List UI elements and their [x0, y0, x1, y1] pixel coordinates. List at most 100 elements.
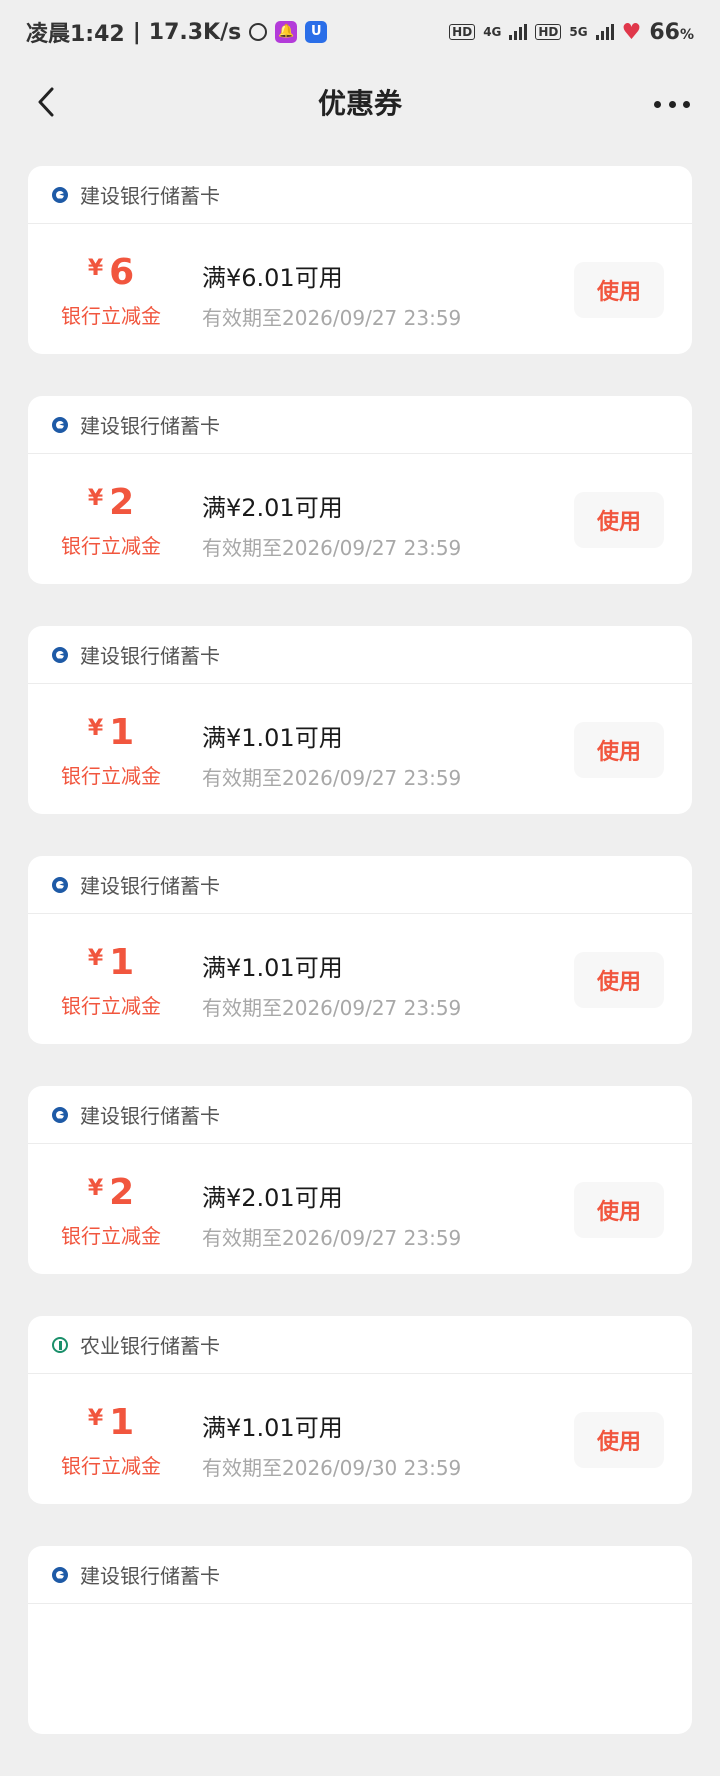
coupon-type-label: 银行立减金	[61, 534, 161, 558]
coupon-header: 建设银行储蓄卡	[28, 166, 692, 224]
coupon-type-label: 银行立减金	[61, 1454, 161, 1478]
coupon-card: 建设银行储蓄卡	[28, 1546, 692, 1734]
ccb-bank-logo-icon	[52, 1106, 68, 1123]
status-time: 凌晨1:42	[26, 22, 125, 47]
currency-symbol: ¥	[87, 486, 104, 511]
status-right: HD 4G HD 5G ♥ 66%	[449, 20, 694, 45]
coupon-body: ¥1 银行立减金 满¥1.01可用 有效期至2026/09/27 23:59 使…	[28, 684, 692, 814]
coupon-amount	[28, 1632, 194, 1673]
coupon-type-label: 银行立减金	[61, 994, 161, 1018]
coupon-header: 建设银行储蓄卡	[28, 626, 692, 684]
use-coupon-button[interactable]: 使用	[574, 1412, 664, 1468]
currency-symbol: ¥	[87, 946, 104, 971]
battery-level: 66%	[649, 20, 694, 45]
use-coupon-button[interactable]: 使用	[574, 952, 664, 1008]
coupon-header: 农业银行储蓄卡	[28, 1316, 692, 1374]
coupon-header: 建设银行储蓄卡	[28, 1546, 692, 1604]
status-bar: 凌晨1:42 | 17.3K/s 🔔 U HD 4G HD 5G ♥ 66%	[0, 0, 720, 64]
coupon-list: 建设银行储蓄卡 ¥6 银行立减金 满¥6.01可用 有效期至2026/09/27…	[28, 166, 692, 1776]
coupon-condition: 满¥6.01可用	[202, 264, 343, 292]
coupon-card: 建设银行储蓄卡 ¥1 银行立减金 满¥1.01可用 有效期至2026/09/27…	[28, 856, 692, 1044]
use-coupon-button[interactable]: 使用	[574, 262, 664, 318]
coupon-amount: ¥1	[28, 712, 194, 753]
coupon-header: 建设银行储蓄卡	[28, 856, 692, 914]
coupon-condition: 满¥2.01可用	[202, 1184, 343, 1212]
use-coupon-button[interactable]: 使用	[574, 492, 664, 548]
amount-value: 1	[109, 1402, 135, 1443]
navigation-bar: 优惠券	[0, 64, 720, 144]
ccb-bank-logo-icon	[52, 876, 68, 893]
coupon-amount: ¥2	[28, 1172, 194, 1213]
coupon-amount: ¥1	[28, 942, 194, 983]
coupon-card: 建设银行储蓄卡 ¥2 银行立减金 满¥2.01可用 有效期至2026/09/27…	[28, 396, 692, 584]
network-4g-label: 4G	[483, 25, 502, 39]
use-coupon-button[interactable]: 使用	[574, 1182, 664, 1238]
amount-value: 1	[109, 942, 135, 983]
bank-name: 建设银行储蓄卡	[80, 874, 220, 898]
amount-value: 6	[109, 252, 135, 293]
coupon-amount: ¥6	[28, 252, 194, 293]
coupon-condition: 满¥1.01可用	[202, 724, 343, 752]
currency-symbol: ¥	[87, 716, 104, 741]
notification-app-icon: 🔔	[275, 21, 298, 43]
battery-percent: 66	[649, 19, 680, 45]
amount-value: 2	[109, 1172, 135, 1213]
battery-unit: %	[679, 26, 694, 43]
coupon-amount: ¥1	[28, 1402, 194, 1443]
coupon-body: ¥1 银行立减金 满¥1.01可用 有效期至2026/09/27 23:59 使…	[28, 914, 692, 1044]
hd-icon: HD	[449, 24, 476, 40]
ccb-bank-logo-icon	[52, 186, 68, 203]
coupon-card: 建设银行储蓄卡 ¥2 银行立减金 满¥2.01可用 有效期至2026/09/27…	[28, 1086, 692, 1274]
bank-name: 建设银行储蓄卡	[80, 644, 220, 668]
bank-name: 建设银行储蓄卡	[80, 1564, 220, 1588]
coupon-body: ¥2 银行立减金 满¥2.01可用 有效期至2026/09/27 23:59 使…	[28, 454, 692, 584]
coupon-card: 建设银行储蓄卡 ¥6 银行立减金 满¥6.01可用 有效期至2026/09/27…	[28, 166, 692, 354]
bank-name: 建设银行储蓄卡	[80, 184, 220, 208]
amount-value: 2	[109, 482, 135, 523]
coupon-amount: ¥2	[28, 482, 194, 523]
coupon-card: 农业银行储蓄卡 ¥1 银行立减金 满¥1.01可用 有效期至2026/09/30…	[28, 1316, 692, 1504]
coupon-condition: 满¥1.01可用	[202, 1414, 343, 1442]
ccb-bank-logo-icon	[52, 1566, 68, 1583]
coupon-expiry: 有效期至2026/09/27 23:59	[202, 766, 462, 790]
heart-battery-icon: ♥	[621, 19, 642, 45]
use-coupon-button[interactable]: 使用	[574, 722, 664, 778]
coupon-header: 建设银行储蓄卡	[28, 1086, 692, 1144]
coupon-expiry: 有效期至2026/09/27 23:59	[202, 1226, 462, 1250]
bank-name: 农业银行储蓄卡	[80, 1334, 220, 1358]
coupon-condition: 满¥1.01可用	[202, 954, 343, 982]
coupon-card: 建设银行储蓄卡 ¥1 银行立减金 满¥1.01可用 有效期至2026/09/27…	[28, 626, 692, 814]
coupon-expiry: 有效期至2026/09/30 23:59	[202, 1456, 462, 1480]
app-notification-icon: U	[305, 21, 328, 43]
network-5g-label: 5G	[569, 25, 588, 39]
bank-name: 建设银行储蓄卡	[80, 414, 220, 438]
amount-value: 1	[109, 712, 135, 753]
coupon-type-label: 银行立减金	[61, 304, 161, 328]
signal-icon	[509, 24, 528, 40]
coupon-type-label: 银行立减金	[61, 764, 161, 788]
hd-icon: HD	[535, 24, 562, 40]
ccb-bank-logo-icon	[52, 416, 68, 433]
coupon-condition: 满¥2.01可用	[202, 494, 343, 522]
coupon-body	[28, 1604, 692, 1734]
currency-symbol: ¥	[87, 1176, 104, 1201]
coupon-header: 建设银行储蓄卡	[28, 396, 692, 454]
coupon-type-label: 银行立减金	[61, 1224, 161, 1248]
ccb-bank-logo-icon	[52, 646, 68, 663]
more-options-icon[interactable]	[654, 94, 690, 114]
alarm-icon	[249, 23, 268, 41]
coupon-body: ¥2 银行立减金 满¥2.01可用 有效期至2026/09/27 23:59 使…	[28, 1144, 692, 1274]
coupon-expiry: 有效期至2026/09/27 23:59	[202, 306, 462, 330]
coupon-expiry: 有效期至2026/09/27 23:59	[202, 996, 462, 1020]
signal-icon	[595, 24, 614, 40]
currency-symbol: ¥	[87, 1406, 104, 1431]
coupon-body: ¥6 银行立减金 满¥6.01可用 有效期至2026/09/27 23:59 使…	[28, 224, 692, 354]
currency-symbol: ¥	[87, 256, 104, 281]
network-speed: 17.3K/s	[148, 19, 242, 45]
abc-bank-logo-icon	[52, 1336, 68, 1353]
page-title: 优惠券	[317, 87, 402, 120]
status-separator: |	[132, 19, 141, 45]
coupon-expiry: 有效期至2026/09/27 23:59	[202, 536, 462, 560]
coupon-body: ¥1 银行立减金 满¥1.01可用 有效期至2026/09/30 23:59 使…	[28, 1374, 692, 1504]
status-left: 凌晨1:42 | 17.3K/s 🔔 U	[26, 16, 328, 48]
